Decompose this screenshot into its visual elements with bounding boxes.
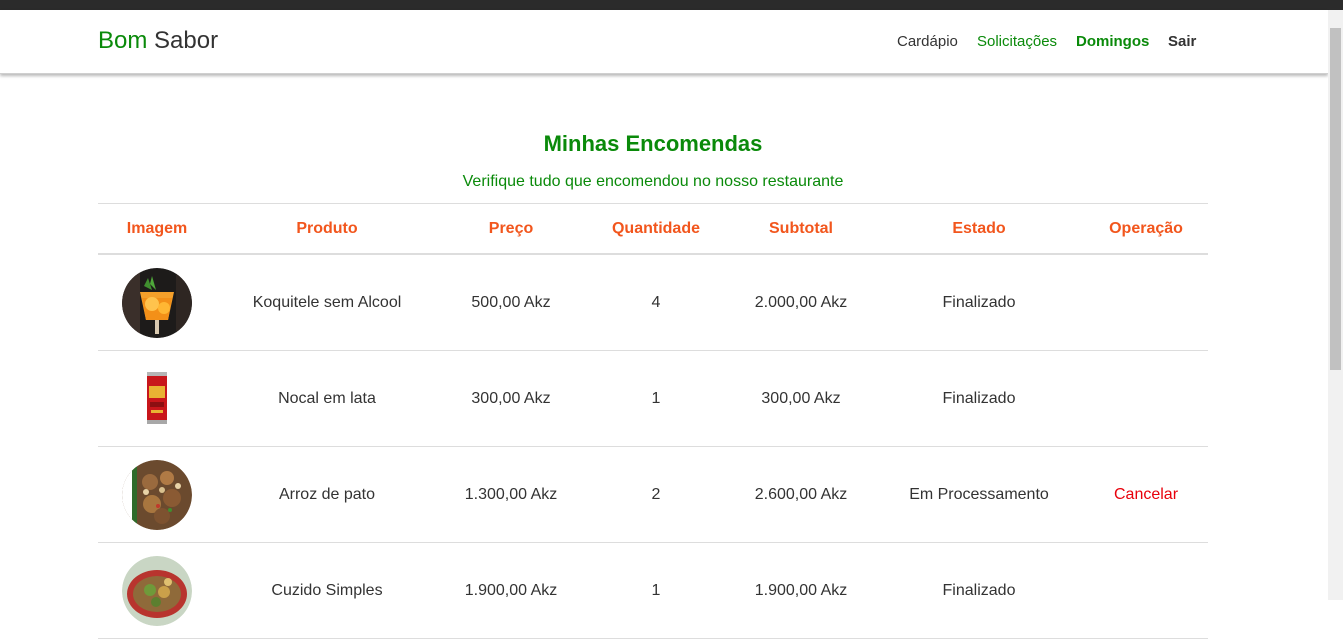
produto-cell: Cuzido Simples [216, 542, 438, 639]
operacao-cell: Cancelar [1084, 446, 1208, 543]
page-subtitle: Verifique tudo que encomendou no nosso r… [462, 173, 844, 190]
image-cell [98, 542, 216, 639]
header-preco: Preço [438, 203, 584, 255]
produto-cell: Arroz de pato [216, 446, 438, 543]
subtotal-cell: 2.000,00 Akz [728, 254, 874, 351]
operacao-cell [1084, 350, 1208, 447]
produto-cell: Koquitele sem Alcool [216, 254, 438, 351]
cancel-order-link[interactable]: Cancelar [1114, 486, 1178, 503]
cocktail-image [122, 267, 192, 338]
scrollbar-thumb[interactable] [1330, 28, 1341, 370]
header-operacao: Operação [1084, 203, 1208, 255]
operacao-cell [1084, 254, 1208, 351]
page-title: Minhas Encomendas [543, 131, 763, 156]
table-row: Cuzido Simples 1.900,00 Akz 1 1.900,00 A… [98, 542, 1208, 639]
operacao-cell [1084, 542, 1208, 639]
header-subtotal: Subtotal [728, 203, 874, 255]
header-imagem: Imagem [98, 203, 216, 255]
nav-link-cardapio[interactable]: Cardápio [897, 33, 958, 51]
estado-cell: Finalizado [874, 350, 1084, 447]
subtotal-cell: 300,00 Akz [728, 350, 874, 447]
header-produto: Produto [216, 203, 438, 255]
stew-dish-image [122, 555, 192, 626]
produto-cell: Nocal em lata [216, 350, 438, 447]
brand-part-2: Sabor [154, 27, 219, 54]
rice-dish-image [122, 459, 192, 530]
nav-link-user[interactable]: Domingos [1076, 33, 1149, 51]
estado-cell: Finalizado [874, 254, 1084, 351]
preco-cell: 1.900,00 Akz [438, 542, 584, 639]
header-estado: Estado [874, 203, 1084, 255]
nav-link-solicitacoes[interactable]: Solicitações [977, 33, 1057, 51]
subtotal-cell: 2.600,00 Akz [728, 446, 874, 543]
preco-cell: 300,00 Akz [438, 350, 584, 447]
table-row: Nocal em lata 300,00 Akz 1 300,00 Akz Fi… [98, 350, 1208, 447]
preco-cell: 500,00 Akz [438, 254, 584, 351]
table-row: Arroz de pato 1.300,00 Akz 2 2.600,00 Ak… [98, 446, 1208, 543]
brand-logo[interactable]: Bom Sabor [98, 27, 218, 55]
orders-table: Imagem Produto Preço Quantidade Subtotal… [98, 203, 1208, 639]
subtotal-cell: 1.900,00 Akz [728, 542, 874, 639]
quantidade-cell: 1 [584, 350, 728, 447]
browser-top-strip [0, 0, 1343, 10]
estado-cell: Finalizado [874, 542, 1084, 639]
nav-link-sair[interactable]: Sair [1168, 33, 1196, 51]
header-quantidade: Quantidade [584, 203, 728, 255]
image-cell [98, 254, 216, 351]
preco-cell: 1.300,00 Akz [438, 446, 584, 543]
quantidade-cell: 1 [584, 542, 728, 639]
soda-can-image [122, 363, 192, 434]
table-header-row: Imagem Produto Preço Quantidade Subtotal… [98, 203, 1208, 255]
brand-part-1: Bom [98, 27, 148, 54]
quantidade-cell: 4 [584, 254, 728, 351]
estado-cell: Em Processamento [874, 446, 1084, 543]
image-cell [98, 446, 216, 543]
table-row: Koquitele sem Alcool 500,00 Akz 4 2.000,… [98, 254, 1208, 351]
quantidade-cell: 2 [584, 446, 728, 543]
navbar: Bom Sabor Cardápio Solicitações Domingos… [0, 10, 1328, 74]
image-cell [98, 350, 216, 447]
